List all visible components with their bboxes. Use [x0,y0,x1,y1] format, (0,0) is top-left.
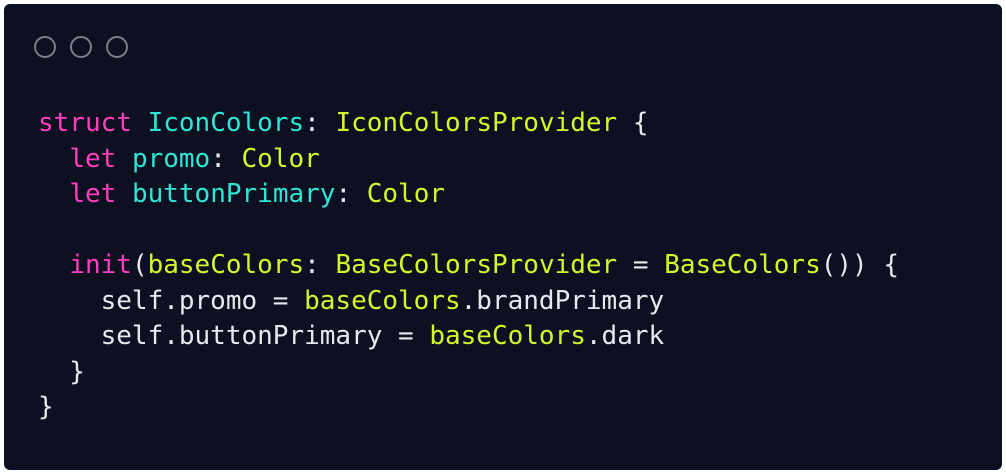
colon: : [304,108,336,138]
member-access: .dark [585,321,665,351]
code-line-4-blank [38,213,899,249]
code-line-1: struct IconColors: IconColorsProvider { [38,106,899,142]
close-brace: } [38,392,54,422]
keyword-let: let [69,179,117,209]
colon: : [304,250,336,280]
property-name: buttonPrimary [131,179,336,209]
code-window: struct IconColors: IconColorsProvider { … [4,4,1002,470]
window-controls [34,36,128,58]
code-line-2: let promo: Color [38,142,899,178]
assignment-target: self.buttonPrimary = [38,321,430,351]
type-name: Color [241,143,320,174]
keyword-struct: struct [38,108,132,138]
colon: : [335,179,367,209]
default-value: BaseColors [664,250,821,280]
minimize-dot-icon[interactable] [70,36,92,58]
keyword-init: init [69,250,132,280]
close-brace: } [38,356,85,387]
type-name: Color [366,179,446,209]
code-line-8: } [38,355,899,391]
close-dot-icon[interactable] [34,36,56,58]
call-close: ()) { [820,250,900,280]
code-line-6: self.promo = baseColors.brandPrimary [38,284,899,320]
protocol-name: IconColorsProvider [335,108,618,138]
param-name: baseColors [147,250,305,280]
code-line-9: } [38,390,899,426]
param-ref: baseColors [304,285,461,316]
open-brace: { [617,108,649,138]
code-line-5: init(baseColors: BaseColorsProvider = Ba… [38,248,899,284]
param-ref: baseColors [429,321,586,351]
member-access: .brandPrimary [460,285,665,316]
struct-name: IconColors [147,108,305,138]
param-type: BaseColorsProvider [335,250,618,280]
property-name: promo [131,143,211,174]
colon: : [210,143,242,174]
code-line-7: self.buttonPrimary = baseColors.dark [38,319,899,355]
code-line-3: let buttonPrimary: Color [38,177,899,213]
assignment-target: self.promo = [38,285,305,316]
code-block: struct IconColors: IconColorsProvider { … [38,106,899,426]
keyword-let: let [69,143,117,174]
equals: = [617,250,665,280]
open-paren: ( [131,250,148,280]
zoom-dot-icon[interactable] [106,36,128,58]
